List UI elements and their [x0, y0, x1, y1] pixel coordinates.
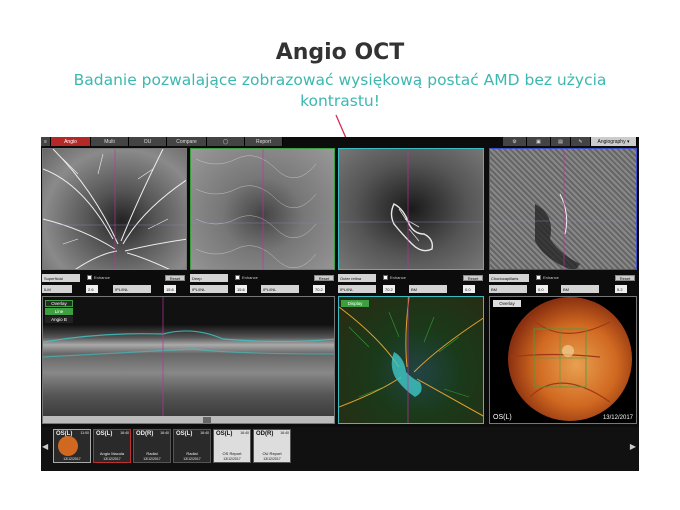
fundus-image — [508, 297, 632, 421]
offset2-field-4[interactable]: 5.2 — [615, 285, 627, 293]
enhance-checkbox-4[interactable] — [536, 275, 541, 280]
layer-select-choriocapillaris[interactable]: Choriocapillaris — [489, 274, 529, 282]
thumbnail-4[interactable]: OS(L) 16:40 Radial 13/12/2017 — [173, 429, 211, 463]
ref2-select-1[interactable]: IPL/INL — [113, 285, 151, 293]
octa-choriocapillaris-image[interactable] — [489, 148, 637, 270]
strip-left-arrow-icon[interactable]: ◀ — [42, 442, 48, 451]
thumbnail-2[interactable]: OS(L) 16:40 Angio Macula 13/12/2017 — [93, 429, 131, 463]
enhance-label-1: Enhance — [94, 275, 110, 280]
display-button[interactable]: Display — [341, 300, 369, 307]
layer-select-deep[interactable]: Deep — [190, 274, 228, 282]
octa-deep-image[interactable] — [190, 148, 335, 270]
tool-icon[interactable]: ✎ — [571, 137, 591, 146]
vessel-map-deep — [191, 149, 334, 269]
cnv-lesion — [339, 149, 483, 269]
export-icon[interactable]: ▤ — [551, 137, 571, 146]
offset1-field-1[interactable]: 2.6 — [86, 285, 98, 293]
thumbnail-5[interactable]: OS(L) 16:40 OS Report 13/12/2017 — [213, 429, 251, 463]
ref2-select-4[interactable]: BM — [561, 285, 599, 293]
settings-icon[interactable]: ⚙ — [503, 137, 527, 146]
ref1-select-4[interactable]: BM — [489, 285, 527, 293]
thumbnail-3[interactable]: OD(R) 16:40 Radial 13/12/2017 — [133, 429, 171, 463]
vessel-map-chorio — [490, 149, 636, 269]
offset1-field-4[interactable]: 0.0 — [536, 285, 548, 293]
ref1-select-3[interactable]: IPL/INL — [338, 285, 376, 293]
tab-multi[interactable]: Multi — [91, 137, 129, 146]
slide-subtitle: Badanie pozwalające zobrazować wysiękową… — [73, 71, 607, 110]
enhance-checkbox-1[interactable] — [87, 275, 92, 280]
thumbnail-1[interactable]: OS(L) 11:00 13/12/2017 — [53, 429, 91, 463]
tab-ou[interactable]: OU — [129, 137, 167, 146]
thumbnail-6[interactable]: OD(R) 16:40 OU Report 13/12/2017 — [253, 429, 291, 463]
mode-select[interactable]: Angiography ▾ — [591, 137, 637, 146]
layer-select-superficial[interactable]: Superficial — [42, 274, 80, 282]
offset2-field-3[interactable]: 0.0 — [463, 285, 475, 293]
vessel-map — [43, 149, 186, 269]
reset-button-3[interactable]: Reset — [463, 275, 483, 281]
reset-button-2[interactable]: Reset — [314, 275, 334, 281]
offset1-field-2[interactable]: 15.6 — [235, 285, 247, 293]
fundus-photo[interactable]: Overlay OS(L) 13/12/2017 — [489, 296, 637, 424]
oct-viewer-window: ≡ Angio Multi OU Compare ◯ Report ⚙ ▣ ▤ … — [41, 137, 639, 471]
slide-title: Angio OCT — [275, 40, 405, 65]
tab-report[interactable]: Report — [245, 137, 283, 146]
reset-button-1[interactable]: Reset — [165, 275, 185, 281]
offset2-field-1[interactable]: 15.6 — [164, 285, 176, 293]
menu-icon[interactable]: ≡ — [41, 137, 51, 146]
octa-superficial-image[interactable] — [42, 148, 187, 270]
tab-angio[interactable]: Angio — [51, 137, 91, 146]
octa-outer-retina-image[interactable] — [338, 148, 484, 270]
ref2-select-3[interactable]: BM — [409, 285, 447, 293]
ref1-select-2[interactable]: IPL/INL — [190, 285, 228, 293]
fundus-date-label: 13/12/2017 — [602, 415, 633, 421]
enhance-label-2: Enhance — [242, 275, 258, 280]
offset1-field-3[interactable]: 70.2 — [383, 285, 395, 293]
angio-b-button[interactable]: Angio B — [45, 316, 73, 323]
ref1-select-1[interactable]: ILM — [42, 285, 72, 293]
color-vessel-map — [339, 297, 483, 423]
bscan-layers — [43, 297, 334, 423]
line-button[interactable]: Line — [45, 308, 73, 315]
layer-select-outer-retina[interactable]: Outer retina — [338, 274, 376, 282]
reset-button-4[interactable]: Reset — [615, 275, 635, 281]
enhance-label-4: Enhance — [543, 275, 559, 280]
tab-compare[interactable]: Compare — [167, 137, 207, 146]
enhance-label-3: Enhance — [390, 275, 406, 280]
offset2-field-2[interactable]: 70.2 — [313, 285, 325, 293]
bscan-image[interactable]: Overlay Line Angio B — [42, 296, 335, 424]
fundus-eye-label: OS(L) — [493, 414, 512, 421]
print-icon[interactable]: ▣ — [527, 137, 551, 146]
octa-color-enface-image[interactable]: Display — [338, 296, 484, 424]
fundus-overlay-button[interactable]: Overlay — [493, 300, 521, 307]
circle-icon[interactable]: ◯ — [207, 137, 245, 146]
overlay-button[interactable]: Overlay — [45, 300, 73, 307]
enhance-checkbox-2[interactable] — [235, 275, 240, 280]
enhance-checkbox-3[interactable] — [383, 275, 388, 280]
strip-right-arrow-icon[interactable]: ▶ — [630, 442, 636, 451]
ref2-select-2[interactable]: IPL/INL — [261, 285, 299, 293]
